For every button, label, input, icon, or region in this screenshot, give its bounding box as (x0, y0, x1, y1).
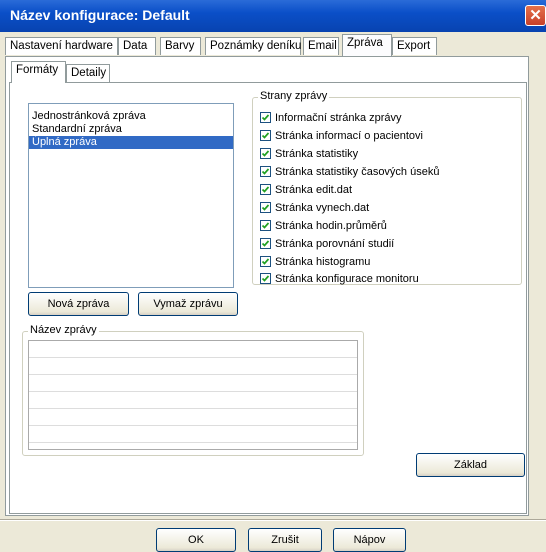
close-icon[interactable]: ✕ (525, 5, 546, 26)
cancel-button[interactable]: Zrušit (248, 528, 322, 552)
tab-nastaveni-hardware[interactable]: Nastavení hardware (5, 37, 118, 55)
default-button[interactable]: Základ (416, 453, 525, 477)
tab-poznamky-deniku[interactable]: Poznámky deníku (205, 37, 301, 55)
checkbox-item[interactable]: Stránka hodin.průměrů (260, 219, 387, 235)
checkbox-item[interactable]: Stránka edit.dat (260, 183, 353, 199)
checkbox-label: Stránka konfigurace monitoru (275, 273, 419, 285)
checkbox-label: Stránka hodin.průměrů (275, 220, 387, 232)
checkbox-checked-icon[interactable] (260, 201, 271, 213)
grid-row[interactable] (29, 358, 357, 375)
checkbox-checked-icon[interactable] (260, 237, 271, 249)
checkbox-item[interactable]: Stránka histogramu (260, 255, 371, 271)
checkbox-item[interactable]: Informační stránka zprávy (260, 111, 402, 127)
grid-row[interactable] (29, 409, 357, 426)
checkbox-checked-icon[interactable] (260, 111, 271, 123)
tab-export[interactable]: Export (392, 37, 437, 55)
checkbox-label: Stránka statistiky (275, 148, 359, 160)
delete-report-button[interactable]: Vymaž zprávu (138, 292, 238, 316)
tab-zprava[interactable]: Zpráva (342, 34, 392, 56)
config-dialog: Název konfigurace: Default ✕ Nastavení h… (0, 0, 546, 552)
report-name-legend: Název zprávy (28, 324, 99, 336)
window-title: Název konfigurace: Default (10, 7, 190, 23)
checkbox-checked-icon[interactable] (260, 219, 271, 231)
checkbox-label: Informační stránka zprávy (275, 112, 402, 124)
checkbox-checked-icon[interactable] (260, 147, 271, 159)
checkbox-item[interactable]: Stránka informací o pacientovi (260, 129, 423, 145)
checkbox-item[interactable]: Stránka porovnání studií (260, 237, 395, 253)
checkbox-label: Stránka informací o pacientovi (275, 130, 423, 142)
checkbox-item[interactable]: Stránka statistiky časových úseků (260, 165, 440, 181)
checkbox-checked-icon[interactable] (260, 129, 271, 141)
checkbox-label: Stránka statistiky časových úseků (275, 166, 440, 178)
checkbox-item[interactable]: Stránka konfigurace monitoru (260, 272, 419, 288)
tab-data[interactable]: Data (118, 37, 156, 55)
subtab-detaily[interactable]: Detaily (66, 64, 110, 82)
checkbox-checked-icon[interactable] (260, 255, 271, 267)
subtab-formaty[interactable]: Formáty (11, 61, 66, 83)
list-item[interactable]: Standardní zpráva (29, 123, 233, 136)
checkbox-checked-icon[interactable] (260, 165, 271, 177)
checkbox-checked-icon[interactable] (260, 272, 271, 284)
checkbox-label: Stránka porovnání studií (275, 238, 395, 250)
grid-row[interactable] (29, 392, 357, 409)
tab-barvy[interactable]: Barvy (160, 37, 201, 55)
title-bar[interactable]: Název konfigurace: Default ✕ (0, 0, 546, 32)
grid-row[interactable] (29, 375, 357, 392)
report-list[interactable]: Jednostránková zpráva Standardní zpráva … (28, 103, 234, 288)
bottom-separator (0, 519, 546, 521)
checkbox-label: Stránka edit.dat (275, 184, 353, 196)
checkbox-item[interactable]: Stránka vynech.dat (260, 201, 370, 217)
checkbox-checked-icon[interactable] (260, 183, 271, 195)
checkbox-label: Stránka vynech.dat (275, 202, 370, 214)
list-item[interactable]: Jednostránková zpráva (29, 110, 233, 123)
report-name-grid[interactable] (28, 340, 358, 450)
grid-row[interactable] (29, 341, 357, 358)
ok-button[interactable]: OK (156, 528, 236, 552)
help-button[interactable]: Nápov (333, 528, 406, 552)
grid-row[interactable] (29, 426, 357, 443)
tab-email[interactable]: Email (303, 37, 339, 55)
checkbox-item[interactable]: Stránka statistiky (260, 147, 359, 163)
new-report-button[interactable]: Nová zpráva (28, 292, 129, 316)
checkbox-label: Stránka histogramu (275, 256, 371, 268)
list-item[interactable]: Úplná zpráva (29, 136, 233, 149)
report-pages-legend: Strany zprávy (258, 90, 330, 102)
